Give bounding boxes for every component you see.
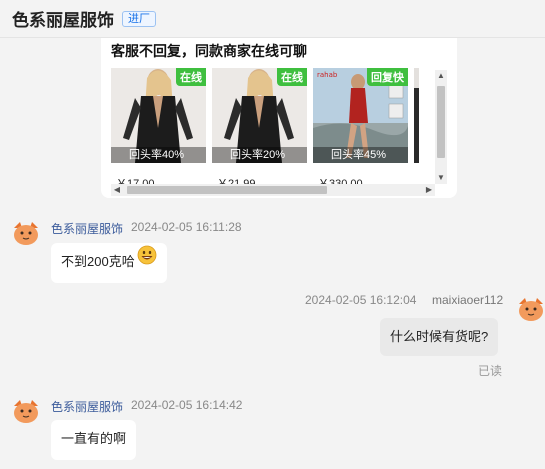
repeat-rate-label: 回头率20% bbox=[212, 147, 307, 163]
incoming-message-bubble: 不到200克哈 bbox=[51, 243, 167, 283]
repeat-rate-label: 回头率45% bbox=[313, 147, 408, 163]
message-text: 什么时候有货呢? bbox=[390, 329, 489, 344]
incoming-message-bubble: 一直有的啊 bbox=[51, 420, 137, 460]
message-timestamp: 2024-02-05 16:12:04 bbox=[305, 293, 417, 307]
fast-reply-tag: 回复快 bbox=[367, 68, 408, 86]
grinning-face-icon bbox=[137, 242, 157, 280]
message-timestamp: 2024-02-05 16:14:42 bbox=[131, 398, 243, 412]
sender-name: 色系丽屋服饰 bbox=[51, 400, 124, 414]
product-image: rahab 回复快 回头率45% bbox=[313, 68, 408, 163]
vertical-scrollbar[interactable]: ▲ ▼ bbox=[435, 70, 447, 184]
recommendation-item[interactable]: 在线 回头率20% ￥21.99 bbox=[212, 68, 307, 198]
shop-title: 色系丽屋服饰 bbox=[12, 11, 114, 30]
product-image: 在线 回头率20% bbox=[212, 68, 307, 163]
read-status: 已读 bbox=[478, 364, 503, 378]
horizontal-scrollbar[interactable]: ◀ ▶ bbox=[111, 184, 435, 196]
online-status-tag: 在线 bbox=[277, 68, 307, 86]
scroll-thumb[interactable] bbox=[127, 186, 327, 194]
recommendation-item[interactable]: rahab 回复快 回头率45% ￥330.00 bbox=[313, 68, 408, 198]
online-status-tag: 在线 bbox=[176, 68, 206, 86]
outgoing-message-bubble: 什么时候有货呢? bbox=[380, 318, 499, 356]
recommendation-item[interactable] bbox=[414, 68, 419, 198]
shop-tag-button[interactable]: 进厂 bbox=[122, 10, 156, 27]
message-timestamp: 2024-02-05 16:11:28 bbox=[131, 220, 242, 234]
svg-text:rahab: rahab bbox=[317, 71, 338, 79]
product-image bbox=[414, 68, 419, 163]
chat-header: 色系丽屋服饰 进厂 bbox=[0, 0, 545, 38]
product-image: 在线 回头率40% bbox=[111, 68, 206, 163]
scroll-up-icon[interactable]: ▲ bbox=[435, 70, 447, 82]
message-text: 一直有的啊 bbox=[61, 431, 127, 446]
scroll-left-icon[interactable]: ◀ bbox=[111, 184, 123, 196]
recommendation-item[interactable]: 在线 回头率40% ￥17.00 bbox=[111, 68, 206, 198]
scroll-thumb[interactable] bbox=[437, 86, 445, 158]
sender-name: maixiaoer112 bbox=[432, 293, 504, 307]
message-text: 不到200克哈 bbox=[61, 254, 135, 269]
seller-avatar[interactable] bbox=[12, 218, 40, 246]
recommendation-list: 在线 回头率40% ￥17.00 在线 回头率20% ￥21.99 bbox=[111, 68, 419, 198]
seller-avatar[interactable] bbox=[12, 396, 40, 424]
repeat-rate-label: 回头率40% bbox=[111, 147, 206, 163]
recommendation-title: 客服不回复，同款商家在线可聊 bbox=[111, 43, 307, 59]
sender-name: 色系丽屋服饰 bbox=[51, 222, 124, 236]
recommendation-card: 客服不回复，同款商家在线可聊 在线 回头率40% ￥17.00 bbox=[101, 38, 457, 198]
scroll-right-icon[interactable]: ▶ bbox=[423, 184, 435, 196]
scroll-down-icon[interactable]: ▼ bbox=[435, 172, 447, 184]
user-avatar[interactable] bbox=[517, 294, 545, 322]
